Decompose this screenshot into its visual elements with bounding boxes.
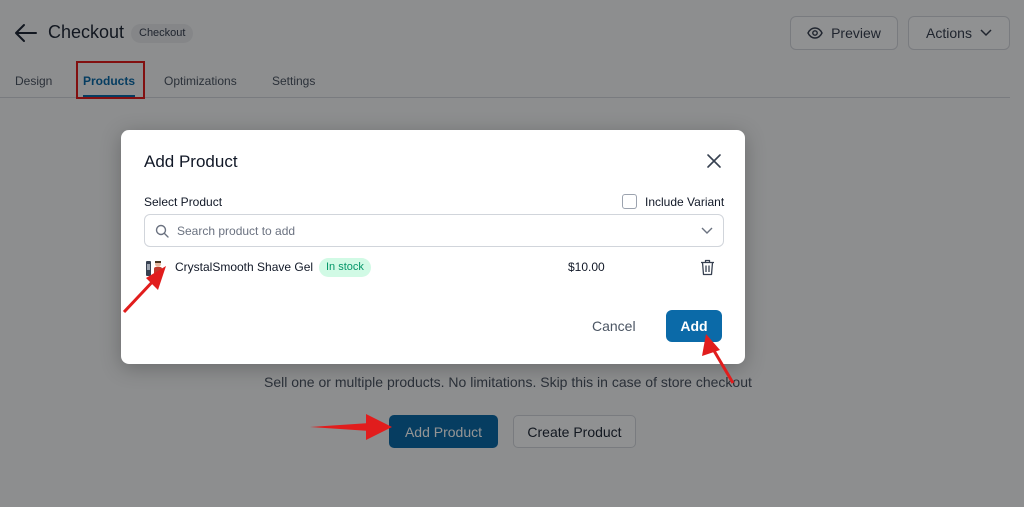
- add-button[interactable]: Add: [666, 310, 722, 342]
- product-thumbnail: [146, 261, 162, 276]
- include-variant-checkbox[interactable]: [622, 194, 637, 209]
- select-product-label: Select Product: [144, 195, 223, 209]
- search-icon: [155, 224, 169, 238]
- cancel-button[interactable]: Cancel: [592, 318, 636, 334]
- product-price: $10.00: [568, 260, 605, 274]
- modal-title: Add Product: [144, 152, 238, 171]
- trash-icon[interactable]: [700, 259, 715, 276]
- add-product-modal: Add Product Select Product Include Varia…: [121, 130, 745, 364]
- stock-status-badge: In stock: [319, 258, 371, 277]
- product-name: CrystalSmooth Shave Gel: [175, 260, 314, 274]
- product-search-input[interactable]: Search product to add: [144, 214, 724, 247]
- include-variant-label: Include Variant: [645, 195, 725, 209]
- close-icon[interactable]: [705, 152, 723, 170]
- chevron-down-icon[interactable]: [701, 227, 713, 235]
- search-placeholder: Search product to add: [177, 224, 296, 238]
